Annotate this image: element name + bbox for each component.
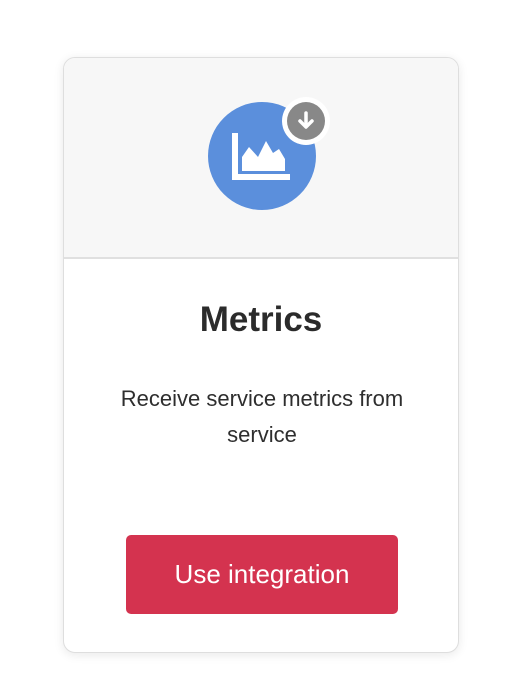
integration-card: Metrics Receive service metrics from ser…: [63, 57, 459, 653]
card-header: [64, 58, 458, 259]
download-badge-inner: [287, 102, 325, 140]
download-arrow-icon: [298, 111, 314, 129]
card-title: Metrics: [199, 300, 323, 339]
download-badge: [282, 97, 330, 145]
area-chart-icon: [232, 133, 290, 180]
card-description: Receive service metrics from service: [120, 386, 404, 447]
use-integration-button[interactable]: Use integration: [126, 535, 398, 614]
